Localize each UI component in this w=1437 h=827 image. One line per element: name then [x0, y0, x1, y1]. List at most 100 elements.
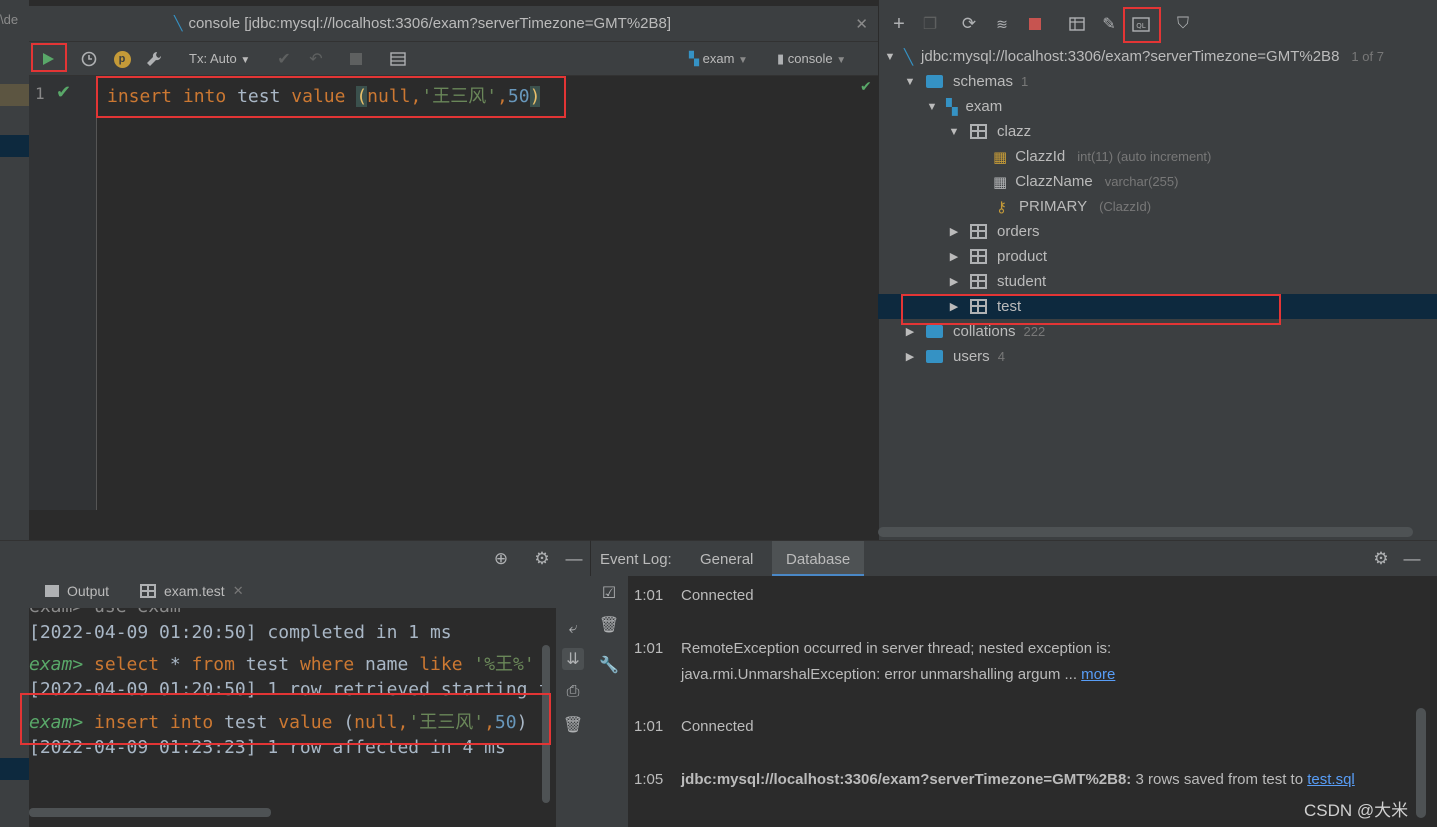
plus-icon: + [893, 12, 905, 35]
event-message: RemoteException occurred in server threa… [681, 640, 1112, 657]
line-number: 1 [35, 84, 45, 103]
trash-icon: 🗑 [562, 717, 584, 734]
tree-table[interactable]: ▶ orders [878, 219, 1437, 244]
settings-button[interactable]: ⚙ [1370, 548, 1392, 570]
filter-icon: ⛉ [1176, 15, 1189, 32]
tree-users[interactable]: ▶ users 4 [878, 344, 1437, 369]
annotation-box [20, 693, 551, 745]
mark-read-button[interactable]: ☑ [598, 582, 620, 604]
event-log-scrollbar[interactable] [1416, 708, 1426, 818]
soft-wrap-button[interactable]: ⤶ [562, 618, 584, 640]
close-icon[interactable]: ✕ [855, 15, 868, 33]
copy-icon: ❐ [922, 16, 938, 33]
print-button[interactable]: ⎙ [562, 681, 584, 703]
stop-button[interactable] [345, 48, 367, 70]
gear-icon: ⚙ [1373, 549, 1389, 568]
tab-exam-test[interactable]: exam.test ✕ [140, 583, 244, 599]
annotation-box [96, 76, 566, 118]
annotation-box [901, 294, 1281, 325]
add-datasource-button[interactable]: + [888, 13, 910, 35]
settings-button[interactable]: ⚙ [531, 548, 553, 570]
wrench-icon: 🔧 [599, 657, 619, 674]
refresh-icon: ⟳ [961, 14, 977, 33]
event-time: 1:05 [634, 771, 664, 788]
run-tabs: Output exam.test ✕ [0, 576, 590, 608]
tree-table[interactable]: ▶ student [878, 269, 1437, 294]
schema-sync-button[interactable]: ≋ [991, 13, 1013, 35]
scroll-end-icon: ⇊ [566, 651, 580, 668]
plan-button[interactable]: p [111, 48, 133, 70]
settings-wrench-button[interactable] [143, 48, 165, 70]
session-select[interactable]: ▮ console ▼ [777, 51, 846, 67]
event-time: 1:01 [634, 587, 664, 604]
sync-icon: ≋ [996, 15, 1008, 32]
folder-icon [926, 325, 943, 338]
event-time: 1:01 [634, 640, 664, 657]
tree-column[interactable]: ▦ ClazzName varchar(255) [878, 169, 1437, 194]
history-button[interactable] [78, 48, 100, 70]
edit-button[interactable]: ✎ [1098, 13, 1120, 35]
output-horizontal-scrollbar[interactable] [29, 808, 271, 817]
log-settings-button[interactable]: 🔧 [598, 654, 620, 676]
chevron-down-icon: ▼ [738, 55, 748, 66]
tab-general[interactable]: General [700, 551, 753, 568]
tree-schemas[interactable]: ▼ schemas 1 [878, 69, 1437, 94]
more-link[interactable]: more [1081, 666, 1115, 683]
tx-mode-select[interactable]: Tx: Auto ▼ [189, 51, 250, 66]
output-icon [45, 585, 59, 597]
rollback-button[interactable]: ↶ [305, 48, 327, 70]
print-icon: ⎙ [566, 683, 580, 700]
clear-button[interactable]: 🗑 [562, 714, 584, 736]
event-log-side-toolbar: ☑ 🗑 🔧 [590, 576, 628, 827]
wrap-icon: ⤶ [568, 620, 578, 637]
run-panel-header: ⊕ ⚙ — [0, 540, 590, 576]
event-log-header: Event Log: General Database ⚙ — [590, 540, 1437, 577]
gear-icon: ⚙ [534, 549, 550, 568]
results-layout-button[interactable] [387, 48, 409, 70]
duplicate-button[interactable]: ❐ [919, 13, 941, 35]
tree-index[interactable]: ⚷ PRIMARY (ClazzId) [878, 194, 1437, 219]
expand-arrow-icon: ▼ [926, 100, 938, 113]
event-message: Connected [681, 587, 754, 604]
sql-editor[interactable] [29, 76, 878, 510]
table-icon [140, 584, 156, 598]
mysql-dolphin-icon: ╲ [904, 48, 914, 66]
tree-table[interactable]: ▶ product [878, 244, 1437, 269]
folder-icon [926, 75, 943, 88]
tree-horizontal-scrollbar[interactable] [878, 527, 1413, 537]
editor-tab-bar: ╲ console [jdbc:mysql://localhost:3306/e… [29, 6, 878, 42]
run-side-toolbar: ⤶ ⇊ ⎙ 🗑 [556, 608, 590, 827]
scroll-to-end-button[interactable]: ⇊ [562, 648, 584, 670]
file-link[interactable]: test.sql [1307, 771, 1355, 788]
event-time: 1:01 [634, 718, 664, 735]
minimize-button[interactable]: — [563, 548, 585, 570]
output-line: exam> select * from test where name like… [29, 654, 535, 675]
clear-log-button[interactable]: 🗑 [598, 614, 620, 636]
commit-button[interactable]: ✔ [273, 48, 295, 70]
filter-button[interactable]: ⛉ [1172, 13, 1194, 35]
schema-icon: ▚ [946, 98, 958, 116]
tree-datasource[interactable]: ▼ ╲ jdbc:mysql://localhost:3306/exam?ser… [878, 44, 1437, 69]
table-editor-button[interactable] [1066, 13, 1088, 35]
schema-select[interactable]: ▚ exam ▼ [689, 51, 748, 67]
tree-column[interactable]: ▦ ClazzId int(11) (auto increment) [878, 144, 1437, 169]
close-icon[interactable]: ✕ [233, 583, 244, 599]
tab-output[interactable]: Output [45, 583, 109, 599]
tree-table-clazz[interactable]: ▼ clazz [878, 119, 1437, 144]
editor-gutter [29, 76, 97, 510]
tree-schema-exam[interactable]: ▼ ▚ exam [878, 94, 1437, 119]
mysql-dolphin-icon: ╲ [174, 15, 183, 31]
annotation-box [31, 43, 67, 72]
disconnect-button[interactable] [1024, 13, 1046, 35]
tab-database[interactable]: Database [772, 541, 865, 577]
schema-icon: ▚ [689, 51, 699, 66]
session-icon: ▮ [777, 51, 785, 66]
refresh-button[interactable]: ⟳ [958, 13, 980, 35]
console-tab[interactable]: ╲ console [jdbc:mysql://localhost:3306/e… [174, 15, 671, 32]
target-button[interactable]: ⊕ [490, 548, 512, 570]
inspection-ok-icon: ✔ [860, 78, 872, 94]
table-icon [970, 224, 987, 239]
event-message: Connected [681, 718, 754, 735]
minimize-button[interactable]: — [1401, 548, 1423, 570]
chevron-down-icon: ▼ [240, 55, 251, 66]
